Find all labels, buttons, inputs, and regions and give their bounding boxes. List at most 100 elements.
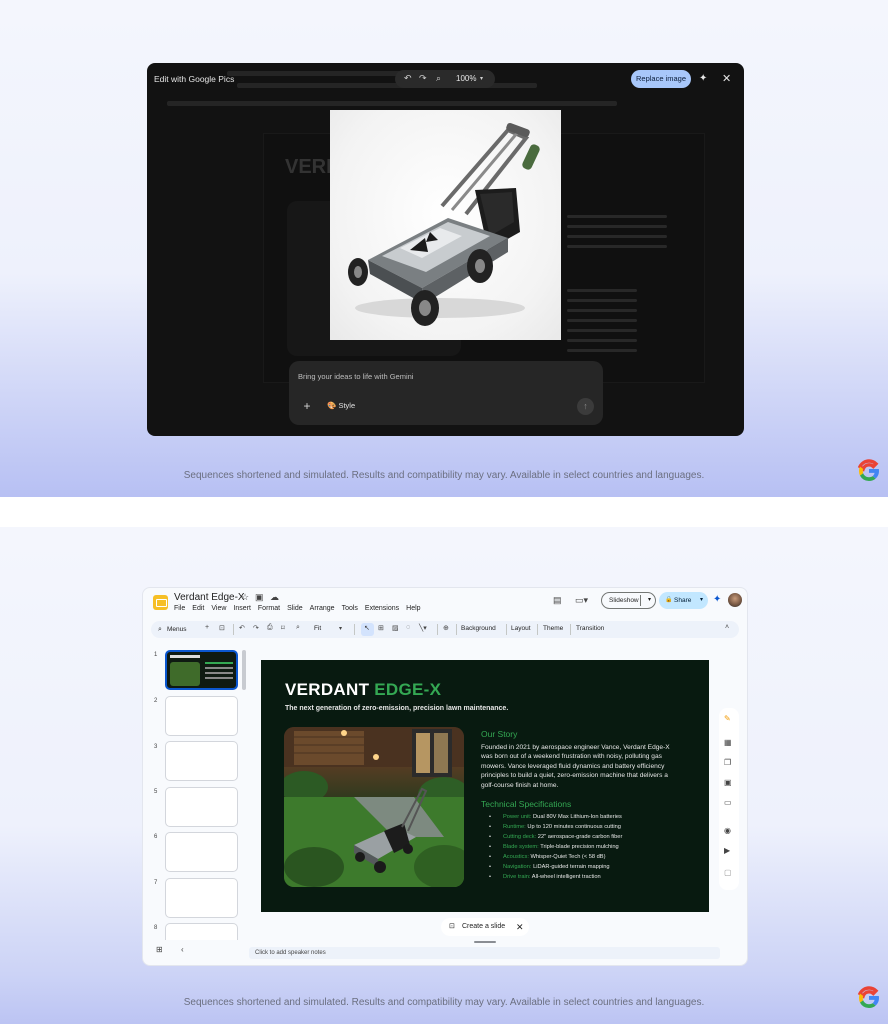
send-icon[interactable]: ↑ — [577, 398, 594, 415]
zoom-level[interactable]: 100% — [456, 74, 476, 83]
transition-button[interactable]: Transition — [576, 625, 604, 632]
redo-icon[interactable]: ↷ — [253, 624, 259, 632]
slide-thumbnail-7[interactable] — [165, 878, 238, 918]
background-button[interactable]: Background — [461, 625, 496, 632]
slide-canvas[interactable]: VERDANT EDGE-X The next generation of ze… — [261, 660, 709, 912]
filmstrip-scrollbar[interactable] — [242, 650, 246, 690]
line-icon[interactable]: ╲▾ — [419, 624, 427, 632]
new-slide-icon[interactable]: + — [205, 624, 209, 631]
story-body[interactable]: Founded in 2021 by aerospace engineer Va… — [481, 743, 681, 790]
slide-thumbnail-1[interactable] — [165, 650, 238, 690]
menu-tools[interactable]: Tools — [342, 605, 358, 615]
specs-heading[interactable]: Technical Specifications — [481, 799, 571, 809]
spec-item[interactable]: • Runtime: Up to 120 minutes continuous c… — [489, 824, 709, 830]
cloud-status-icon[interactable]: ☁ — [270, 592, 279, 603]
redo-icon[interactable]: ↷ — [419, 73, 427, 84]
slides-icon[interactable]: ❐ — [724, 758, 731, 767]
zoom-icon[interactable]: ⌕ — [296, 624, 300, 632]
paint-format-icon[interactable]: ⌑ — [281, 624, 285, 632]
spec-item[interactable]: • Power unit: Dual 80V Max Lithium-Ion ba… — [489, 814, 709, 820]
chevron-down-icon[interactable]: ▾ — [480, 75, 483, 82]
sparkle-icon[interactable]: ✦ — [699, 73, 707, 84]
menu-view[interactable]: View — [211, 605, 226, 615]
undo-icon[interactable]: ↶ — [239, 624, 245, 632]
menu-help[interactable]: Help — [406, 605, 420, 615]
share-button[interactable]: 🔒 Share ▾ — [659, 592, 708, 609]
spec-item[interactable]: • Cutting deck: 22" aerospace-grade carbo… — [489, 834, 709, 840]
slide-thumbnail-6[interactable] — [165, 832, 238, 872]
menu-edit[interactable]: Edit — [192, 605, 204, 615]
speaker-notes-field[interactable]: Click to add speaker notes — [249, 947, 720, 959]
menu-slide[interactable]: Slide — [287, 605, 303, 615]
collapse-toolbar-icon[interactable]: ˄ — [725, 624, 729, 631]
prompt-input[interactable]: Bring your ideas to life with Gemini — [298, 372, 413, 381]
spec-item[interactable]: • Navigation: LiDAR-guided terrain mappin… — [489, 864, 709, 870]
insert-image-icon[interactable]: ▨ — [392, 624, 399, 632]
chevron-down-icon[interactable]: ▾ — [339, 625, 342, 632]
theme-button[interactable]: Theme — [543, 625, 563, 632]
video-icon[interactable]: ▶ — [724, 846, 730, 855]
style-button[interactable]: 🎨 Style — [327, 401, 355, 410]
text-box-icon[interactable]: ⊞ — [378, 624, 384, 632]
table-icon[interactable]: ▦ — [724, 738, 732, 747]
collapse-filmstrip-icon[interactable]: ‹ — [181, 945, 184, 954]
lock-icon: 🔒 — [665, 597, 673, 603]
dim-text-line — [567, 329, 637, 332]
slide-thumbnail-8[interactable] — [165, 923, 238, 940]
undo-icon[interactable]: ↶ — [404, 73, 412, 84]
gemini-wand-icon[interactable]: ✎ — [724, 714, 731, 723]
slides-logo-icon[interactable] — [153, 595, 168, 610]
add-comment-icon[interactable]: ⊕ — [443, 624, 449, 632]
menu-insert[interactable]: Insert — [233, 605, 251, 615]
image-icon[interactable]: ▣ — [724, 778, 732, 787]
avatar[interactable] — [728, 593, 742, 607]
new-slide-layout-icon[interactable]: ⊡ — [219, 624, 225, 632]
close-icon[interactable]: ✕ — [516, 918, 524, 936]
replace-image-button[interactable]: Replace image — [631, 70, 691, 88]
edited-image[interactable] — [330, 110, 561, 340]
spec-item[interactable]: • Blade system: Triple-blade precision mu… — [489, 844, 709, 850]
document-title[interactable]: Verdant Edge-X — [174, 592, 245, 603]
add-icon[interactable]: + — [298, 397, 316, 415]
add-on-icon[interactable]: ▢ — [724, 868, 732, 877]
gemini-sparkle-icon[interactable]: ✦ — [713, 594, 721, 605]
record-icon[interactable]: ◉ — [724, 826, 731, 835]
slide-image[interactable] — [284, 727, 464, 887]
menu-arrange[interactable]: Arrange — [310, 605, 335, 615]
select-cursor-icon[interactable]: ↖ — [364, 624, 370, 632]
shape-icon[interactable]: ◌ — [406, 624, 410, 631]
star-icon[interactable]: ☆ — [241, 592, 249, 603]
folder-icon[interactable]: ▭ — [724, 798, 732, 807]
zoom-select[interactable]: Fit — [314, 625, 321, 632]
top-demo-panel: VERD Edit with Google Pics ↶ ↷ ⌕ 100% ▾ … — [0, 0, 888, 497]
menu-extensions[interactable]: Extensions — [365, 605, 399, 615]
grid-view-icon[interactable]: ⊞ — [156, 945, 163, 954]
slide-thumbnail-3[interactable] — [165, 741, 238, 781]
zoom-icon[interactable]: ⌕ — [436, 73, 441, 84]
slide-thumbnail-5[interactable] — [165, 787, 238, 827]
chevron-down-icon[interactable]: ▾ — [648, 593, 651, 608]
comment-history-icon[interactable]: ▤ — [553, 595, 562, 606]
slide-subtitle[interactable]: The next generation of zero-emission, pr… — [285, 705, 508, 712]
create-slide-chip[interactable]: ⊡ Create a slide ✕ — [441, 918, 529, 936]
close-icon[interactable]: ✕ — [722, 72, 731, 85]
gemini-prompt-box[interactable]: Bring your ideas to life with Gemini + 🎨… — [289, 361, 603, 425]
layout-button[interactable]: Layout — [511, 625, 531, 632]
notes-resize-handle[interactable] — [474, 941, 496, 943]
video-call-icon[interactable]: ▭▾ — [575, 595, 588, 606]
folder-move-icon[interactable]: ▣ — [255, 592, 264, 603]
menu-file[interactable]: File — [174, 605, 185, 615]
print-icon[interactable]: ⎙ — [267, 624, 273, 632]
slideshow-button[interactable]: Slideshow ▾ — [601, 592, 656, 609]
spec-item[interactable]: • Drive train: All-wheel intelligent trac… — [489, 874, 709, 880]
chevron-down-icon[interactable]: ▾ — [700, 592, 703, 609]
spec-key: Cutting deck: — [503, 834, 537, 840]
menu-format[interactable]: Format — [258, 605, 280, 615]
dim-text-line — [567, 309, 637, 312]
story-heading[interactable]: Our Story — [481, 729, 517, 739]
search-menus-button[interactable]: ⌕ Menus — [155, 623, 199, 636]
title-white-part: VERDANT — [285, 680, 375, 699]
spec-item[interactable]: • Acoustics: Whisper-Quiet Tech (< 58 dB) — [489, 854, 709, 860]
slide-title[interactable]: VERDANT EDGE-X — [285, 680, 441, 700]
slide-thumbnail-2[interactable] — [165, 696, 238, 736]
